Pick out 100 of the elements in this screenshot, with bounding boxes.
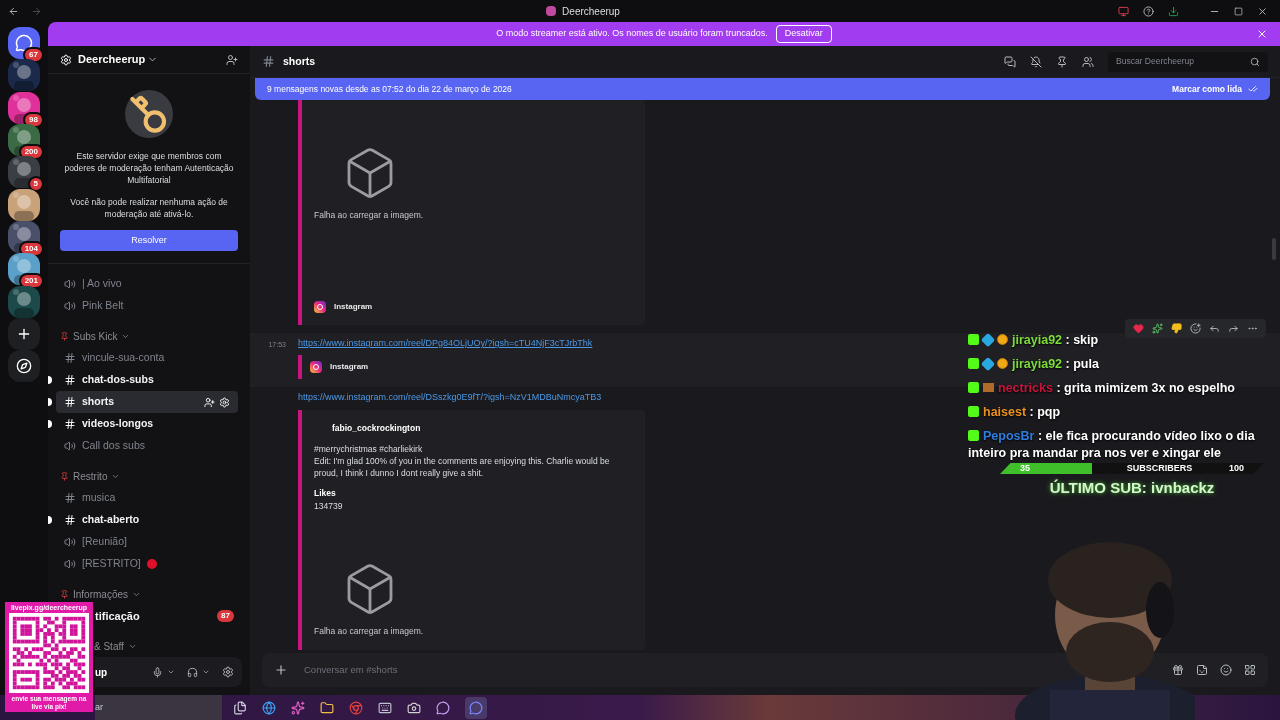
search-field[interactable]: Buscar Deercheerup — [1108, 51, 1268, 72]
threads-icon[interactable] — [1004, 55, 1016, 68]
last-sub-text: ÚLTIMO SUB: ivnbackz — [1049, 478, 1215, 498]
field-value: 134739 — [314, 499, 344, 513]
chat-bubble-icon — [15, 34, 33, 53]
message-input[interactable]: Conversar em #shorts — [262, 653, 1268, 687]
speaker-icon — [64, 440, 76, 453]
channel-item[interactable]: Pink Belt — [56, 295, 238, 318]
chat-icon[interactable] — [436, 700, 450, 715]
server-name[interactable]: Deercheerup — [78, 51, 146, 68]
channel-item[interactable]: chat-dos-subs — [56, 369, 238, 392]
window-title: Deercheerup — [562, 4, 620, 19]
provider-name: Instagram — [330, 360, 369, 373]
embed-description: #merrychristmas #charliekirk — [314, 442, 424, 455]
chrome-icon[interactable] — [349, 700, 363, 715]
server-icon — [60, 53, 72, 66]
apps-icon[interactable] — [1244, 664, 1256, 676]
close-icon[interactable] — [1257, 5, 1268, 17]
channel-hash-icon — [262, 55, 275, 68]
monitor-icon[interactable] — [1118, 5, 1129, 17]
speaker-icon — [64, 300, 76, 313]
reply-icon[interactable] — [1209, 323, 1220, 334]
category-label[interactable]: & Staff — [94, 638, 124, 654]
embed-author[interactable]: fabio_cockrockington — [314, 422, 633, 435]
failed-image-text: Falha ao carregar a imagem. — [314, 209, 424, 222]
hash-icon — [64, 374, 76, 387]
pin-icon — [60, 331, 69, 341]
forward-icon[interactable] — [1228, 323, 1239, 334]
keyboard-icon[interactable] — [378, 700, 392, 715]
channel-item[interactable]: musica — [56, 487, 238, 510]
discord-taskbar-icon[interactable] — [465, 696, 487, 719]
channel-item[interactable]: tificação 87 — [95, 605, 238, 628]
hash-icon — [64, 492, 76, 505]
heart-icon[interactable] — [1133, 323, 1144, 334]
sticker-icon[interactable] — [1196, 664, 1208, 676]
plus-icon[interactable] — [274, 663, 288, 677]
sparkle-icon[interactable] — [291, 700, 305, 715]
new-messages-bar[interactable]: 9 mensagens novas desde as 07:52 do dia 22 de março de 2026 Marcar como lida — [255, 78, 1270, 100]
category-label[interactable]: Restrito — [73, 468, 108, 484]
headphones-icon[interactable] — [187, 666, 198, 678]
folder-icon[interactable] — [320, 700, 334, 715]
channel-item[interactable]: Call dos subs — [56, 435, 238, 458]
compass-icon — [16, 358, 32, 375]
stream-chat-message: jirayia92 : skip — [968, 332, 1274, 349]
pin-icon — [60, 589, 69, 599]
search-icon — [1250, 56, 1260, 67]
category-label[interactable]: Subs Kick — [73, 328, 118, 344]
microphone-icon[interactable] — [152, 666, 163, 678]
stream-chat-message: jirayia92 : pula — [968, 356, 1274, 373]
scrollbar — [1272, 238, 1276, 260]
channel-title: shorts — [283, 53, 316, 69]
camera-icon[interactable] — [407, 700, 421, 715]
hash-icon — [64, 352, 76, 365]
help-icon[interactable] — [1143, 5, 1154, 17]
stream-chat-message: PeposBr : ele fica procurando vídeo lixo o dia inteiro pra mandar pra nos ver e xingar ele — [968, 428, 1256, 462]
disable-button[interactable]: Desativar — [775, 25, 832, 43]
instagram-icon — [310, 360, 322, 373]
maximize-icon[interactable] — [1234, 6, 1243, 16]
message-link[interactable]: https://www.instagram.com/reel/DPg84OLjUOy/?igsh=cTU4NjF3cTJrbThk — [298, 337, 593, 351]
invite-icon[interactable] — [226, 53, 238, 66]
add-server-button[interactable] — [8, 317, 40, 350]
speaker-icon — [64, 558, 76, 571]
taskbar-search-field[interactable]: ar — [95, 695, 222, 720]
channel-item[interactable]: videos-longos — [56, 413, 238, 436]
gift-icon[interactable] — [1172, 664, 1184, 676]
thumbs-down-icon[interactable] — [1171, 323, 1182, 334]
resolve-button[interactable]: Resolver — [60, 230, 238, 252]
channel-item[interactable]: vincule-sua-conta — [56, 347, 238, 370]
members-icon[interactable] — [1082, 55, 1094, 68]
sparkle-icon[interactable] — [1152, 323, 1163, 334]
banner-text: O modo streamer está ativo. Os nomes de usuário foram truncados. — [496, 27, 768, 41]
task-view-icon[interactable] — [233, 700, 247, 715]
user-name[interactable]: up — [95, 664, 108, 680]
add-reaction-icon[interactable] — [1190, 323, 1201, 334]
emoji-icon[interactable] — [1220, 664, 1232, 676]
qr-code-icon — [9, 613, 89, 693]
pin-icon[interactable] — [1056, 55, 1068, 68]
channel-item[interactable]: [Reunião] — [56, 531, 238, 554]
download-icon[interactable] — [1168, 5, 1179, 17]
channel-item[interactable]: | Ao vivo — [56, 273, 238, 296]
stream-chat-message: haisest : pqp — [968, 404, 1274, 421]
discover-button[interactable] — [8, 350, 40, 383]
category-label[interactable]: Informações — [73, 586, 129, 602]
channel-item[interactable]: chat-aberto — [56, 509, 238, 532]
settings-icon[interactable] — [222, 666, 234, 679]
browser-icon[interactable] — [262, 700, 276, 715]
channel-item[interactable]: shorts — [56, 391, 238, 414]
key-icon — [125, 90, 173, 139]
mark-read-icon — [1248, 84, 1258, 94]
mfa-detail-text: Você não pode realizar nenhuma ação de moderação até ativá-lo. — [69, 196, 229, 221]
back-icon[interactable] — [8, 5, 19, 17]
channel-item[interactable]: [RESTRITO] — [56, 553, 238, 576]
hash-icon — [64, 514, 76, 527]
close-icon[interactable] — [1256, 28, 1268, 40]
provider-name: Instagram — [334, 301, 373, 313]
goal-current: 35 — [1020, 464, 1030, 473]
bell-off-icon[interactable] — [1030, 55, 1042, 68]
invite-icon[interactable] — [204, 396, 215, 408]
mfa-notice-text: Este servidor exige que membros com poderes de moderação tenham Autenticação Multifatorial — [63, 150, 235, 187]
failed-image-text: Falha ao carregar a imagem. — [314, 624, 424, 638]
